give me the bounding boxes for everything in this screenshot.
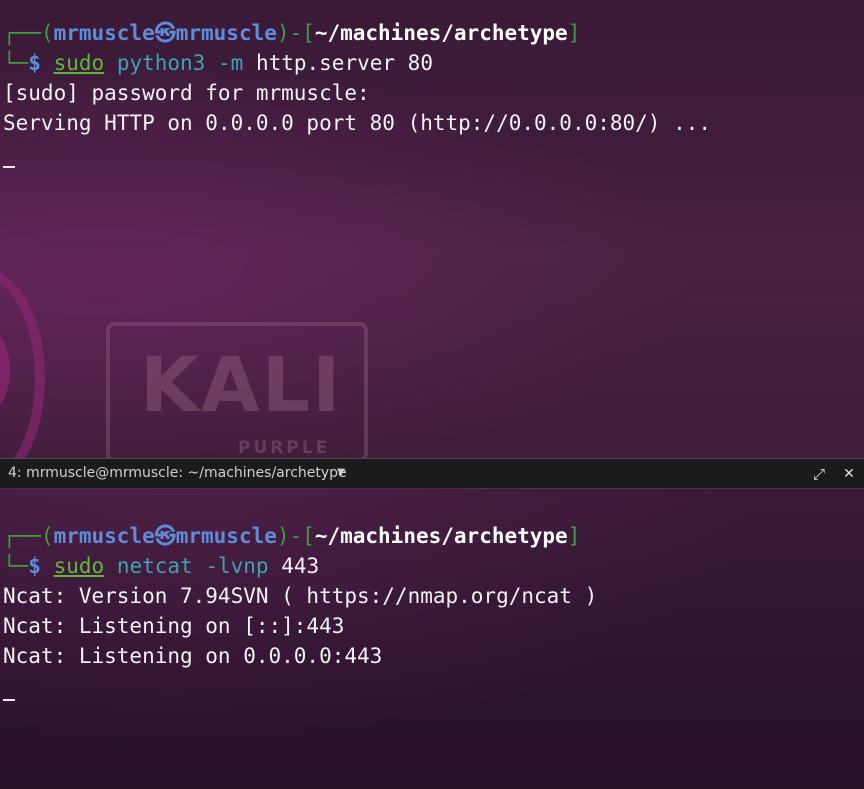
command-program: netcat [116,554,193,578]
terminal-pane-top[interactable]: KALI PURPLE ┌──(mrmuscle㉿mrmuscle)-[~/ma… [0,0,864,458]
output-line-1: Ncat: Version 7.94SVN ( https://nmap.org… [3,584,598,608]
prompt-frame-bottom: └─ [3,51,29,75]
terminal-cursor [3,166,15,168]
prompt-host: mrmuscle [175,21,277,45]
prompt-user: mrmuscle [53,21,155,45]
prompt-dollar: $ [28,554,54,578]
terminal-pane-bottom[interactable]: ┌──(mrmuscle㉿mrmuscle)-[~/machines/arche… [0,489,864,789]
output-line-2: Ncat: Listening on [::]:443 [3,614,345,638]
prompt-bracket-end: ] [567,21,581,45]
chevron-down-icon[interactable]: ▼ [334,466,348,480]
prompt-separator-icon: ㉿ [154,524,176,548]
prompt-separator: )-[ [276,21,315,45]
prompt-frame-bottom: └─ [3,554,29,578]
command-program: python3 [116,51,206,75]
command-args: http.server 80 [255,51,433,75]
tab-title[interactable]: 4: mrmuscle@mrmuscle: ~/machines/archety… [8,459,347,488]
prompt-frame-top: ┌──( [3,21,54,45]
close-icon[interactable]: ✕ [840,465,858,483]
output-line-3: Ncat: Listening on 0.0.0.0:443 [3,644,383,668]
output-line-1: [sudo] password for mrmuscle: [3,81,370,105]
prompt-bracket-end: ] [567,524,581,548]
prompt-path: ~/machines/archetype [314,524,568,548]
command-flag: -lvnp [205,554,269,578]
terminal-tab-bar: 4: mrmuscle@mrmuscle: ~/machines/archety… [0,458,864,489]
prompt-path: ~/machines/archetype [314,21,568,45]
kali-logo-subtitle: PURPLE [238,438,331,458]
command-sudo: sudo [53,554,105,578]
prompt-separator-icon: ㉿ [154,21,176,45]
prompt-line-1: ┌──(mrmuscle㉿mrmuscle)-[~/machines/arche… [3,521,580,551]
output-line-2: Serving HTTP on 0.0.0.0 port 80 (http://… [3,111,712,135]
prompt-user: mrmuscle [53,524,155,548]
prompt-frame-top: ┌──( [3,524,54,548]
prompt-line-1: ┌──(mrmuscle㉿mrmuscle)-[~/machines/arche… [3,18,580,48]
command-args: 443 [281,554,320,578]
command-line: └─$ sudo netcat -lvnp 443 [3,551,319,581]
command-sudo: sudo [53,51,105,75]
prompt-host: mrmuscle [175,524,277,548]
prompt-dollar: $ [28,51,54,75]
terminal-cursor [3,699,15,701]
prompt-separator: )-[ [276,524,315,548]
command-flag: -m [218,51,244,75]
command-line: └─$ sudo python3 -m http.server 80 [3,48,433,78]
kali-logo-text: KALI [140,340,343,429]
maximize-icon[interactable]: ⤢ [810,465,828,483]
